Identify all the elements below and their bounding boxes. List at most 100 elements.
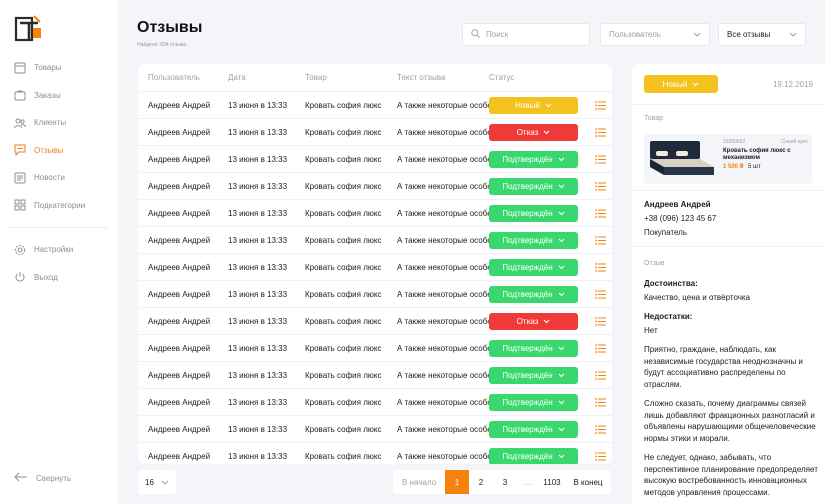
cell-date: 13 июня в 13:33	[228, 370, 288, 380]
table-row[interactable]: Андреев Андрей 13 июня в 13:33 Кровать соф…	[138, 145, 612, 172]
page-button-2[interactable]: 2	[469, 470, 493, 494]
status-badge[interactable]: Подтверждён	[489, 204, 578, 222]
row-menu-icon[interactable]	[589, 208, 611, 218]
status-label: Подтверждён	[502, 451, 553, 461]
table-row[interactable]: Андреев Андрей 13 июня в 13:33 Кровать соф…	[138, 253, 612, 280]
cell-date: 13 июня в 13:33	[228, 127, 288, 137]
row-menu-icon[interactable]	[589, 289, 611, 299]
table-row[interactable]: Андреев Андрей 13 июня в 13:33 Кровать соф…	[138, 307, 612, 334]
product-card[interactable]: 15250692 Синий цвет Кровать софия люкс с…	[644, 134, 812, 184]
row-menu-icon[interactable]	[589, 262, 611, 272]
status-badge[interactable]: Подтверждён	[489, 393, 578, 411]
user-filter-value: Пользователь	[609, 30, 661, 39]
column-header-text[interactable]: Текст отзыва	[397, 73, 489, 82]
page-button-last[interactable]: 1103	[539, 470, 565, 494]
row-menu-icon[interactable]	[589, 127, 611, 137]
status-badge[interactable]: Подтверждён	[489, 447, 578, 464]
status-badge[interactable]: Подтверждён	[489, 285, 578, 303]
status-badge[interactable]: Новый	[489, 96, 578, 114]
search-input[interactable]: Поиск	[462, 23, 590, 46]
divider	[10, 227, 108, 228]
table-row[interactable]: Андреев Андрей 13 июня в 13:33 Кровать соф…	[138, 172, 612, 199]
cell-review-text: А также некоторые особенности	[397, 316, 489, 326]
row-menu-icon[interactable]	[589, 451, 611, 461]
page-button-3[interactable]: 3	[493, 470, 517, 494]
status-label: Подтверждён	[502, 235, 553, 245]
logo[interactable]	[14, 14, 44, 44]
per-page-value: 16	[145, 477, 154, 487]
cell-user: Андреев Андрей	[148, 127, 211, 137]
first-page-button[interactable]: В начало	[393, 470, 445, 494]
sidebar-item-reviews[interactable]: Отзывы	[0, 137, 118, 165]
cell-date: 13 июня в 13:33	[228, 235, 288, 245]
cell-product: Кровать софия люкс	[305, 451, 382, 461]
table-row[interactable]: Андреев Андрей 13 июня в 13:33 Кровать соф…	[138, 334, 612, 361]
chevron-down-icon	[558, 155, 565, 164]
cell-product: Кровать софия люкс	[305, 208, 382, 218]
bag-icon	[14, 89, 26, 101]
row-menu-icon[interactable]	[589, 154, 611, 164]
divider	[632, 104, 825, 105]
status-badge[interactable]: Подтверждён	[489, 150, 578, 168]
table-row[interactable]: Андреев Андрей 13 июня в 13:33 Кровать соф…	[138, 415, 612, 442]
customer-phone: +38 (096) 123 45 67	[644, 214, 717, 223]
status-badge[interactable]: Подтверждён	[489, 339, 578, 357]
row-menu-icon[interactable]	[589, 181, 611, 191]
cell-date: 13 июня в 13:33	[228, 208, 288, 218]
collapse-button[interactable]: Свернуть	[14, 472, 71, 484]
column-header-product[interactable]: Товар	[305, 73, 397, 82]
row-menu-icon[interactable]	[589, 100, 611, 110]
sidebar-item-label: Новости	[34, 173, 65, 183]
sidebar-item-products[interactable]: Товары	[0, 54, 118, 82]
last-page-button[interactable]: В конец	[565, 470, 611, 494]
row-menu-icon[interactable]	[589, 424, 611, 434]
sidebar-item-orders[interactable]: Заказы	[0, 82, 118, 110]
row-menu-icon[interactable]	[589, 397, 611, 407]
status-badge[interactable]: Отказ	[489, 312, 578, 330]
table-row[interactable]: Андреев Андрей 13 июня в 13:33 Кровать соф…	[138, 388, 612, 415]
table-row[interactable]: Андреев Андрей 13 июня в 13:33 Кровать соф…	[138, 361, 612, 388]
status-badge[interactable]: Подтверждён	[489, 420, 578, 438]
table-row[interactable]: Андреев Андрей 13 июня в 13:33 Кровать соф…	[138, 226, 612, 253]
table-row[interactable]: Андреев Андрей 13 июня в 13:33 Кровать соф…	[138, 199, 612, 226]
table-row[interactable]: Андреев Андрей 13 июня в 13:33 Кровать соф…	[138, 280, 612, 307]
column-header-user[interactable]: Пользователь	[138, 73, 228, 82]
row-menu-icon[interactable]	[589, 343, 611, 353]
cell-review-text: А также некоторые особенности	[397, 127, 489, 137]
per-page-select[interactable]: 16	[138, 470, 176, 494]
page-title: Отзывы	[137, 19, 203, 36]
status-filter-select[interactable]: Все отзывы	[718, 23, 806, 46]
status-badge[interactable]: Подтверждён	[489, 258, 578, 276]
cell-review-text: А также некоторые особенности	[397, 424, 489, 434]
column-header-status[interactable]: Статус	[489, 73, 589, 82]
row-menu-icon[interactable]	[589, 316, 611, 326]
row-menu-icon[interactable]	[589, 370, 611, 380]
cell-date: 13 июня в 13:33	[228, 100, 288, 110]
results-count: Найдено: 634 отзыва	[137, 42, 187, 48]
status-badge[interactable]: Подтверждён	[489, 177, 578, 195]
status-badge[interactable]: Подтверждён	[489, 231, 578, 249]
column-header-date[interactable]: Дата	[228, 73, 305, 82]
sidebar-item-label: Выход	[34, 272, 58, 282]
sidebar-item-news[interactable]: Новости	[0, 164, 118, 192]
sidebar-item-clients[interactable]: Клиенты	[0, 109, 118, 137]
table-header: Пользователь Дата Товар Текст отзыва Ста…	[138, 64, 612, 91]
chevron-down-icon	[692, 80, 699, 89]
table-row[interactable]: Андреев Андрей 13 июня в 13:33 Кровать соф…	[138, 91, 612, 118]
sidebar-item-subcategories[interactable]: Подкатегории	[0, 192, 118, 220]
cell-product: Кровать софия люкс	[305, 424, 382, 434]
customer-name: Андреев Андрей	[644, 200, 711, 209]
page-button-1[interactable]: 1	[445, 470, 469, 494]
sidebar-item-logout[interactable]: Выход	[0, 264, 118, 292]
table-row[interactable]: Андреев Андрей 13 июня в 13:33 Кровать соф…	[138, 442, 612, 464]
pros-title: Достоинства:	[644, 279, 698, 288]
status-badge[interactable]: Подтверждён	[489, 366, 578, 384]
chevron-down-icon	[558, 452, 565, 461]
status-badge[interactable]: Отказ	[489, 123, 578, 141]
table-row[interactable]: Андреев Андрей 13 июня в 13:33 Кровать соф…	[138, 118, 612, 145]
row-menu-icon[interactable]	[589, 235, 611, 245]
pagination-ellipsis: ...	[524, 477, 532, 487]
sidebar-item-settings[interactable]: Настройки	[0, 236, 118, 264]
detail-status-select[interactable]: Новый	[644, 75, 718, 93]
user-filter-select[interactable]: Пользователь	[600, 23, 710, 46]
